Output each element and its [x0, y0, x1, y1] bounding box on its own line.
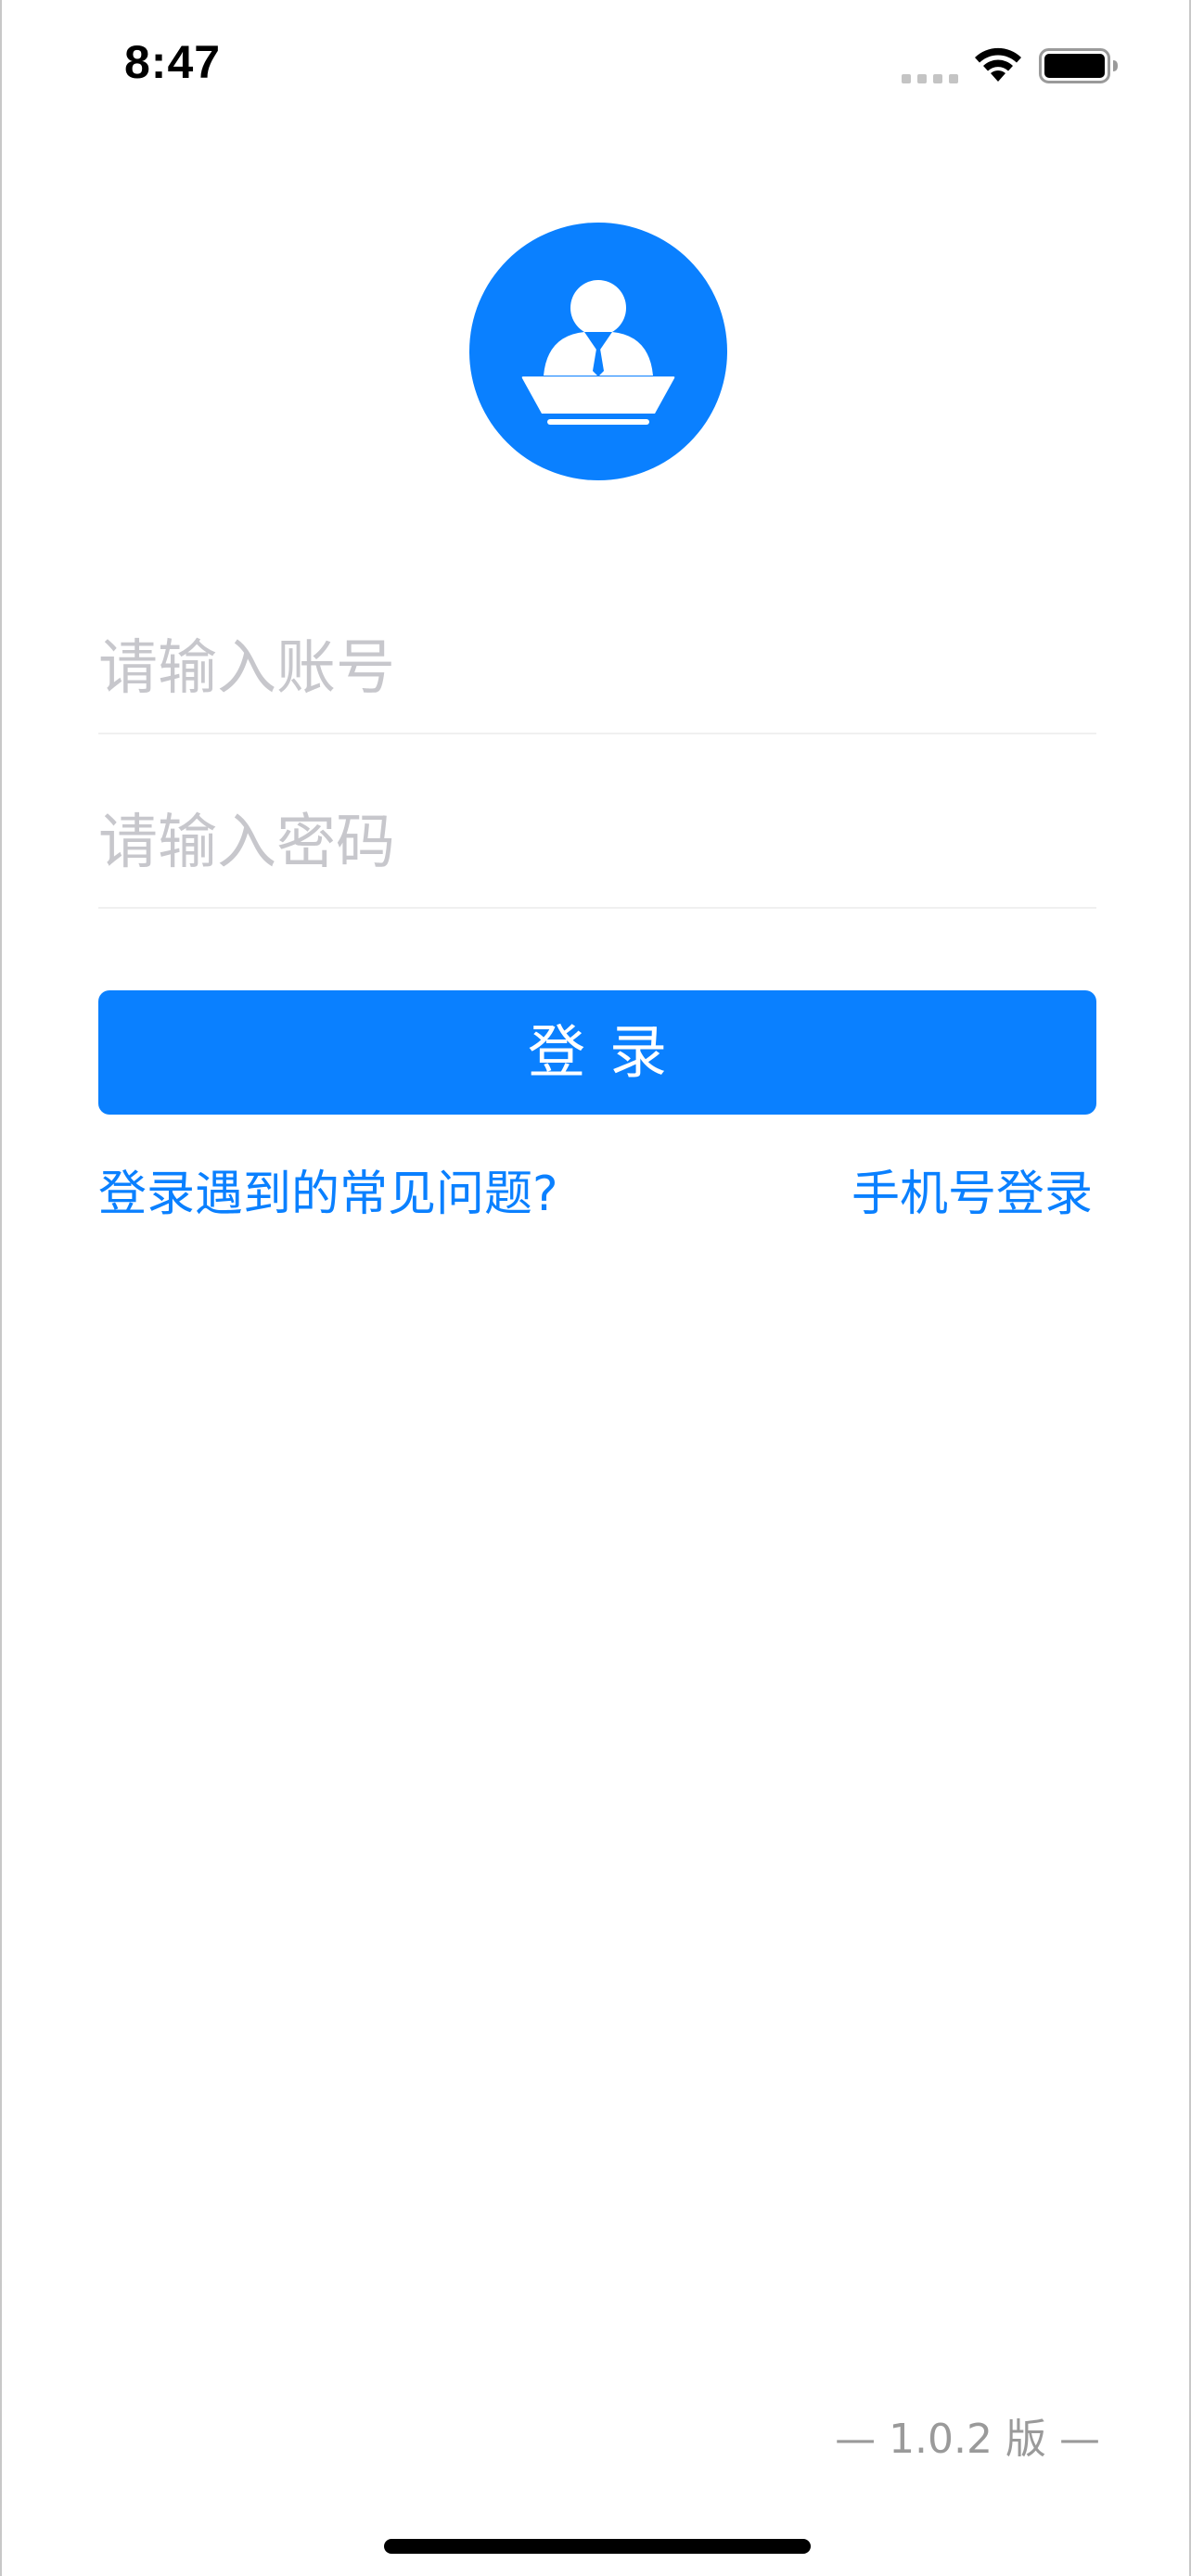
- battery-icon: [1039, 48, 1118, 83]
- password-field-container: [98, 779, 1096, 909]
- phone-login-link[interactable]: 手机号登录: [852, 1161, 1093, 1228]
- status-time: 8:47: [124, 36, 222, 88]
- login-button[interactable]: 登录: [98, 990, 1096, 1115]
- status-bar: 8:47: [2, 0, 1189, 130]
- home-indicator[interactable]: [384, 2539, 811, 2554]
- account-input[interactable]: [98, 605, 1096, 733]
- password-input[interactable]: [98, 779, 1096, 907]
- speaker-at-podium-icon: [521, 280, 675, 425]
- app-logo: [469, 223, 727, 480]
- version-label: — 1.0.2 版 —: [835, 2416, 1100, 2463]
- wifi-icon: [975, 47, 1021, 82]
- account-field-container: [98, 605, 1096, 734]
- signal-icon: [902, 74, 958, 83]
- login-faq-link[interactable]: 登录遇到的常见问题?: [98, 1161, 558, 1228]
